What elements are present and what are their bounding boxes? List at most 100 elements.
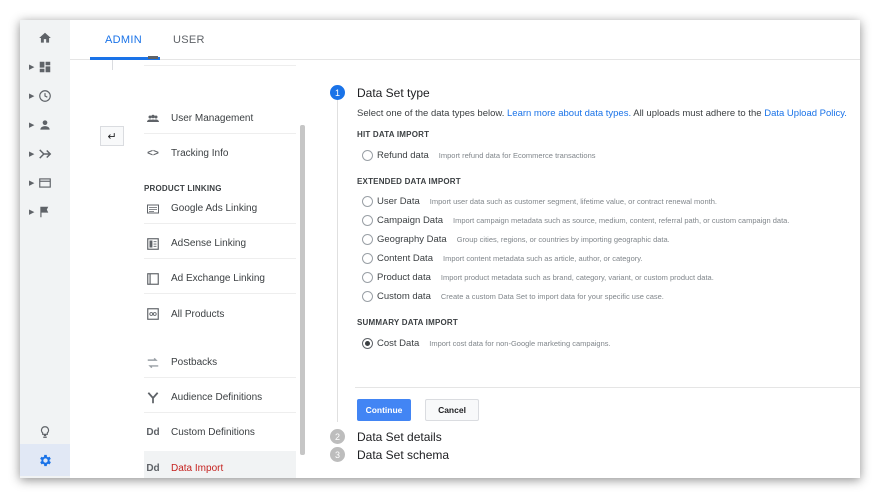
description-text: Select one of the data types below. [357,108,505,119]
option-description: Import user data such as customer segmen… [429,196,717,206]
step-2-title[interactable]: Data Set details [357,430,442,444]
nav-item-ad-exchange-linking[interactable]: Ad Exchange Linking [144,264,296,294]
group-label-extended: EXTENDED DATA IMPORT [357,177,461,186]
acquisition-icon[interactable]: ▶ [20,142,70,166]
ads-card-icon [144,202,162,216]
option-description: Create a custom Data Set to import data … [440,291,664,301]
option-description: Import cost data for non-Google marketin… [429,338,611,348]
nav-item-tracking-info[interactable]: <> Tracking Info [144,138,296,168]
ad-exchange-icon [144,272,162,286]
nav-item-user-management[interactable]: User Management [144,104,296,134]
step-3-title[interactable]: Data Set schema [357,448,449,462]
main-panel: 1 Data Set type Select one of the data t… [320,60,860,478]
group-label-summary: SUMMARY DATA IMPORT [357,318,458,327]
option-label: Cost Data [377,337,420,349]
nav-item-google-ads-linking[interactable]: Google Ads Linking [144,194,296,224]
step-connector-line [337,92,338,422]
option-description: Import content metadata such as article,… [442,253,643,263]
option-label: User Data [377,195,420,207]
code-brackets-icon: <> [147,147,159,159]
nav-label: Postbacks [171,357,218,368]
nav-item-all-products[interactable]: All Products [144,299,296,329]
radio-button[interactable] [362,271,373,283]
option-description: Group cities, regions, or countries by i… [456,234,670,244]
settings-gear-icon[interactable] [20,444,70,476]
radio-option-cost-data[interactable]: Cost Data Import cost data for non-Googl… [362,335,611,351]
radio-option-campaign-data[interactable]: Campaign Data Import campaign metadata s… [362,212,789,228]
tab-admin[interactable]: ADMIN [105,34,142,46]
dd-icon: Dd [146,462,160,474]
group-label-hit: HIT DATA IMPORT [357,130,430,139]
nav-label: User Management [171,113,254,124]
option-description: Import refund data for Ecommerce transac… [438,150,596,160]
radio-button[interactable] [362,290,373,302]
nav-item-custom-definitions[interactable]: Dd Custom Definitions [144,417,296,447]
dd-icon: Dd [146,426,160,438]
nav-item-adsense-linking[interactable]: AdSense Linking [144,229,296,259]
postbacks-icon [144,356,162,370]
radio-button[interactable] [362,214,373,226]
description-text-middle: All uploads must adhere to the [633,108,762,119]
radio-button-selected[interactable] [362,337,373,349]
divider [355,387,860,388]
radio-button[interactable] [362,195,373,207]
link-icon [144,307,162,321]
option-label: Geography Data [377,233,447,245]
radio-option-custom-data[interactable]: Custom data Create a custom Data Set to … [362,288,664,304]
radio-button[interactable] [362,149,373,161]
back-arrow-icon: ↵ [107,130,117,143]
option-label: Refund data [377,149,429,161]
radio-option-content-data[interactable]: Content Data Import content metadata suc… [362,250,643,266]
nav-label: Ad Exchange Linking [171,273,265,284]
cancel-button[interactable]: Cancel [425,399,479,421]
partial-nav-item: ▬ [144,48,296,66]
learn-more-link[interactable]: Learn more about data types. [507,108,631,119]
timeline-connector [112,60,113,70]
app-frame: ▶ ▶ ▶ ▶ ▶ ▶ ADMIN USER ↵ ▬ User Manageme… [20,20,860,478]
nav-label: Data Import [171,462,224,474]
behavior-icon[interactable]: ▶ [20,171,70,195]
nav-label: Tracking Info [171,147,229,159]
data-upload-policy-link[interactable]: Data Upload Policy. [764,108,847,119]
step-description: Select one of the data types below. Lear… [357,108,847,119]
radio-option-refund-data[interactable]: Refund data Import refund data for Ecomm… [362,147,596,163]
radio-option-product-data[interactable]: Product data Import product metadata suc… [362,269,714,285]
admin-nav-column: ▬ User Management <> Tracking Info PRODU… [138,51,304,478]
flag-icon[interactable]: ▶ [20,200,70,224]
audience-fork-icon [144,391,162,405]
step-1-badge: 1 [330,85,345,100]
option-description: Import campaign metadata such as source,… [453,215,790,225]
nav-item-audience-definitions[interactable]: Audience Definitions [144,383,296,413]
continue-button[interactable]: Continue [357,399,411,421]
radio-button[interactable] [362,233,373,245]
radio-option-geography-data[interactable]: Geography Data Group cities, regions, or… [362,231,670,247]
nav-label: Audience Definitions [171,392,263,403]
person-icon[interactable]: ▶ [20,113,70,137]
clock-icon[interactable]: ▶ [20,84,70,108]
nav-label: All Products [171,308,225,320]
nav-label: AdSense Linking [171,238,247,249]
left-rail: ▶ ▶ ▶ ▶ ▶ ▶ [20,20,70,478]
option-description: Import product metadata such as brand, c… [440,272,714,282]
option-label: Custom data [377,290,431,302]
option-label: Product data [377,271,431,283]
back-arrow-button[interactable]: ↵ [100,126,124,146]
option-label: Campaign Data [377,214,444,226]
nav-scrollbar[interactable] [300,125,305,455]
nav-label: Google Ads Linking [171,203,258,214]
partial-icon: ▬ [148,51,158,62]
section-label-product-linking: PRODUCT LINKING [144,184,222,193]
nav-item-postbacks[interactable]: Postbacks [144,348,296,378]
tab-user[interactable]: USER [173,34,205,46]
radio-button[interactable] [362,252,373,264]
radio-option-user-data[interactable]: User Data Import user data such as custo… [362,193,717,209]
lightbulb-icon[interactable] [20,420,70,444]
dashboard-icon[interactable]: ▶ [20,55,70,79]
nav-item-data-import[interactable]: Dd Data Import [144,451,296,478]
step-1-title: Data Set type [357,86,430,100]
nav-label: Custom Definitions [171,426,255,438]
users-icon [144,112,162,126]
home-icon[interactable] [20,26,70,50]
step-2-badge: 2 [330,429,345,444]
option-label: Content Data [377,252,433,264]
